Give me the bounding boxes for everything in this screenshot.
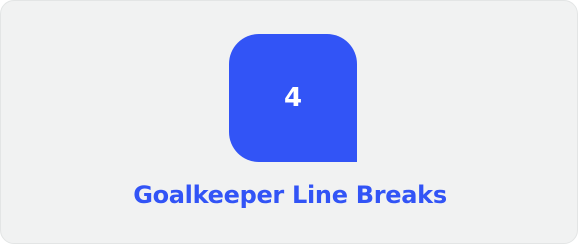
- stat-value-badge: 4: [229, 34, 357, 162]
- stat-value: 4: [283, 83, 303, 113]
- stat-label: Goalkeeper Line Breaks: [133, 181, 447, 209]
- stat-card: 4 Goalkeeper Line Breaks: [0, 0, 578, 244]
